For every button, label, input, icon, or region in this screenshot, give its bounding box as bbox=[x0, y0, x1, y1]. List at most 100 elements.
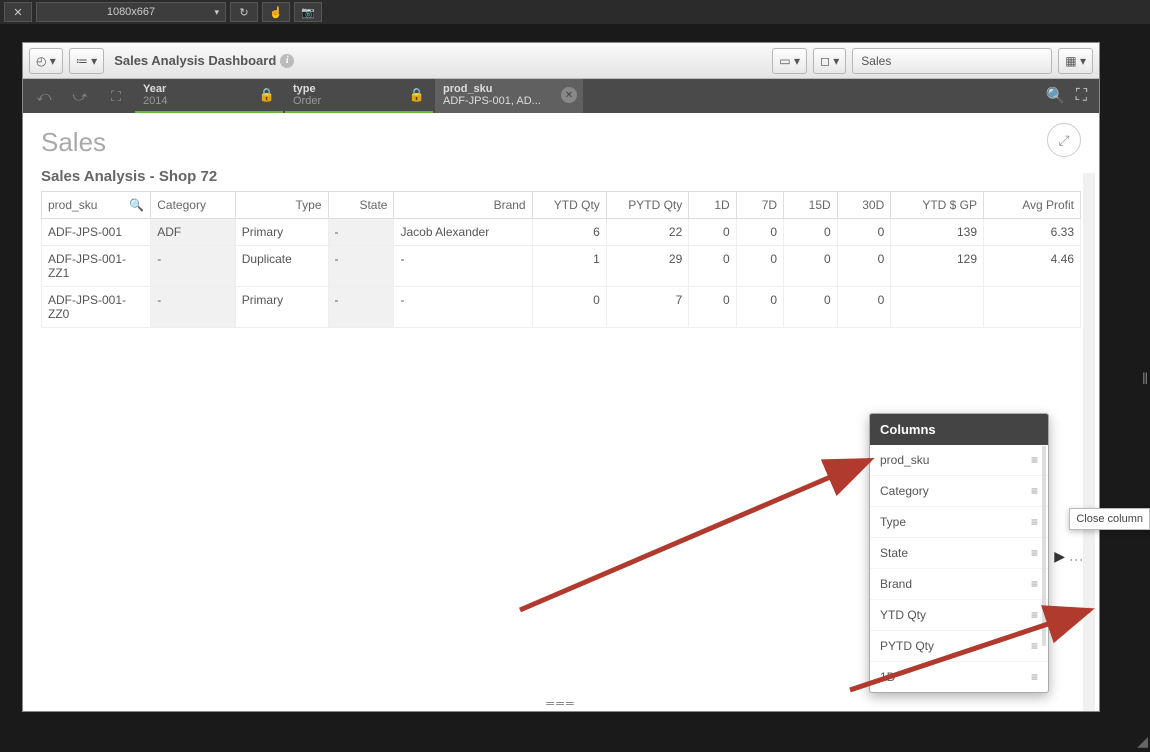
col-prodsku[interactable]: prod_sku🔍 bbox=[42, 192, 151, 219]
info-icon[interactable]: i bbox=[280, 54, 294, 68]
col-30d[interactable]: 30D bbox=[837, 192, 891, 219]
bookmark-button[interactable]: ◻ ▾ bbox=[813, 48, 846, 74]
col-type[interactable]: Type bbox=[235, 192, 328, 219]
columns-panel-item-label: Brand bbox=[880, 577, 912, 591]
columns-panel-item[interactable]: 1D≡ bbox=[870, 662, 1048, 692]
table-cell bbox=[984, 287, 1081, 328]
table-cell: 0 bbox=[736, 246, 783, 287]
selection-back-icon[interactable]: ⤺ bbox=[27, 79, 61, 113]
table-cell: 0 bbox=[837, 287, 891, 328]
columns-panel-title: Columns bbox=[870, 414, 1048, 445]
side-drawer-handle[interactable]: ‖ bbox=[1140, 360, 1150, 400]
search-icon[interactable]: 🔍 bbox=[129, 198, 144, 212]
drag-handle-icon[interactable]: ≡ bbox=[1031, 670, 1038, 684]
table-row[interactable]: ADF-JPS-001ADFPrimary-Jacob Alexander622… bbox=[42, 219, 1081, 246]
filter-type[interactable]: type Order 🔒 bbox=[285, 79, 433, 113]
drag-handle-icon[interactable]: ≡ bbox=[1031, 453, 1038, 467]
search-icon[interactable]: 🔍 bbox=[1046, 86, 1066, 106]
filter-prodsku[interactable]: prod_sku ADF-JPS-001, AD... ✕ bbox=[435, 79, 583, 113]
columns-panel-item-label: PYTD Qty bbox=[880, 639, 934, 653]
drag-handle-icon[interactable]: ≡ bbox=[1031, 484, 1038, 498]
table-cell: ADF-JPS-001-ZZ1 bbox=[42, 246, 151, 287]
table-cell: 0 bbox=[736, 287, 783, 328]
filter-year[interactable]: Year 2014 🔒 bbox=[135, 79, 283, 113]
col-pytdqty[interactable]: PYTD Qty bbox=[606, 192, 688, 219]
col-1d[interactable]: 1D bbox=[689, 192, 736, 219]
list-menu-button[interactable]: ≔ ▾ bbox=[69, 48, 104, 74]
filter-prodsku-label: prod_sku bbox=[443, 83, 575, 95]
drag-handle-icon[interactable]: ≡ bbox=[1031, 577, 1038, 591]
drag-handle-icon[interactable]: ≡ bbox=[1031, 546, 1038, 560]
drag-handle-icon[interactable]: ≡ bbox=[1031, 515, 1038, 529]
table-cell: 4.46 bbox=[984, 246, 1081, 287]
bottom-resize-handle[interactable]: ═══ bbox=[546, 698, 575, 710]
resize-grip[interactable]: ◢ bbox=[1137, 733, 1148, 750]
sheet-select[interactable]: Sales bbox=[852, 48, 1052, 74]
drag-handle-icon[interactable]: ≡ bbox=[1031, 639, 1038, 653]
table-row[interactable]: ADF-JPS-001-ZZ1-Duplicate--12900001294.4… bbox=[42, 246, 1081, 287]
table-cell: Primary bbox=[235, 219, 328, 246]
columns-panel-item[interactable]: YTD Qty≡ bbox=[870, 600, 1048, 631]
table-cell: - bbox=[394, 246, 532, 287]
rotate-icon[interactable]: ↻ bbox=[230, 2, 258, 22]
filter-year-label: Year bbox=[143, 83, 275, 95]
camera-icon[interactable]: 📷 bbox=[294, 2, 322, 22]
selection-clear-icon[interactable]: ⛶ bbox=[99, 79, 133, 113]
close-button[interactable]: ✕ bbox=[4, 2, 32, 22]
table-cell: ADF bbox=[151, 219, 236, 246]
expand-selections-icon[interactable]: ⛶ bbox=[1076, 87, 1087, 105]
columns-panel-item[interactable]: Brand ≡ bbox=[870, 569, 1048, 600]
columns-panel-item[interactable]: Type ≡ bbox=[870, 507, 1048, 538]
table-row[interactable]: ADF-JPS-001-ZZ0-Primary--070000 bbox=[42, 287, 1081, 328]
resolution-select[interactable]: 1080x667 bbox=[36, 2, 226, 22]
drag-handle-icon[interactable]: ≡ bbox=[1031, 608, 1038, 622]
filter-bar: ⤺ ⤻ ⛶ Year 2014 🔒 type Order 🔒 prod_sku … bbox=[23, 79, 1099, 113]
table-header-row: prod_sku🔍 Category Type State Brand YTD … bbox=[42, 192, 1081, 219]
table-cell: 0 bbox=[689, 246, 736, 287]
columns-panel-item[interactable]: State ≡ bbox=[870, 538, 1048, 569]
columns-panel-scrollbar[interactable] bbox=[1042, 446, 1046, 646]
col-ytdgp[interactable]: YTD $ GP bbox=[891, 192, 984, 219]
columns-panel-item[interactable]: prod_sku≡ bbox=[870, 445, 1048, 476]
columns-panel-item-label: Category bbox=[880, 484, 929, 498]
columns-panel-item-label: Type bbox=[880, 515, 906, 529]
vertical-scrollbar[interactable] bbox=[1083, 173, 1095, 711]
col-7d[interactable]: 7D bbox=[736, 192, 783, 219]
table-cell: 0 bbox=[784, 287, 838, 328]
table-cell: 7 bbox=[606, 287, 688, 328]
col-category[interactable]: Category bbox=[151, 192, 236, 219]
touch-icon[interactable]: ☝ bbox=[262, 2, 290, 22]
table-cell: - bbox=[328, 246, 394, 287]
table-cell: Duplicate bbox=[235, 246, 328, 287]
col-brand[interactable]: Brand bbox=[394, 192, 532, 219]
col-avgprofit[interactable]: Avg Profit bbox=[984, 192, 1081, 219]
page-title-text: Sales Analysis Dashboard bbox=[114, 53, 276, 68]
columns-panel-item-label: State bbox=[880, 546, 908, 560]
table-cell: ADF-JPS-001-ZZ0 bbox=[42, 287, 151, 328]
content-area: ⤢ Sales Sales Analysis - Shop 72 prod_sk… bbox=[23, 113, 1099, 711]
table-cell: 22 bbox=[606, 219, 688, 246]
table-cell: - bbox=[151, 246, 236, 287]
table-cell: 139 bbox=[891, 219, 984, 246]
selection-fwd-icon[interactable]: ⤻ bbox=[63, 79, 97, 113]
columns-panel-item[interactable]: Category ≡ bbox=[870, 476, 1048, 507]
clear-filter-icon[interactable]: ✕ bbox=[561, 87, 577, 103]
columns-panel[interactable]: Columns prod_sku≡Category≡Type≡State≡Bra… bbox=[869, 413, 1049, 693]
filter-type-value: Order bbox=[293, 95, 425, 107]
col-state[interactable]: State bbox=[328, 192, 394, 219]
panel-more-icon[interactable]: ⋮ bbox=[1069, 553, 1085, 566]
table-cell: 0 bbox=[532, 287, 606, 328]
col-ytdqty[interactable]: YTD Qty bbox=[532, 192, 606, 219]
panel-collapse-caret[interactable]: ▶ bbox=[1054, 548, 1065, 565]
fullscreen-toggle[interactable]: ⤢ bbox=[1047, 123, 1081, 157]
sheets-grid-button[interactable]: ▦ ▾ bbox=[1058, 48, 1093, 74]
columns-panel-item[interactable]: PYTD Qty ≡ bbox=[870, 631, 1048, 662]
table-cell bbox=[891, 287, 984, 328]
table-cell: - bbox=[328, 219, 394, 246]
nav-menu-button[interactable]: ◴ ▾ bbox=[29, 48, 63, 74]
filter-prodsku-value: ADF-JPS-001, AD... bbox=[443, 95, 575, 107]
col-15d[interactable]: 15D bbox=[784, 192, 838, 219]
present-button[interactable]: ▭ ▾ bbox=[772, 48, 807, 74]
table-cell: 1 bbox=[532, 246, 606, 287]
table-cell: ADF-JPS-001 bbox=[42, 219, 151, 246]
